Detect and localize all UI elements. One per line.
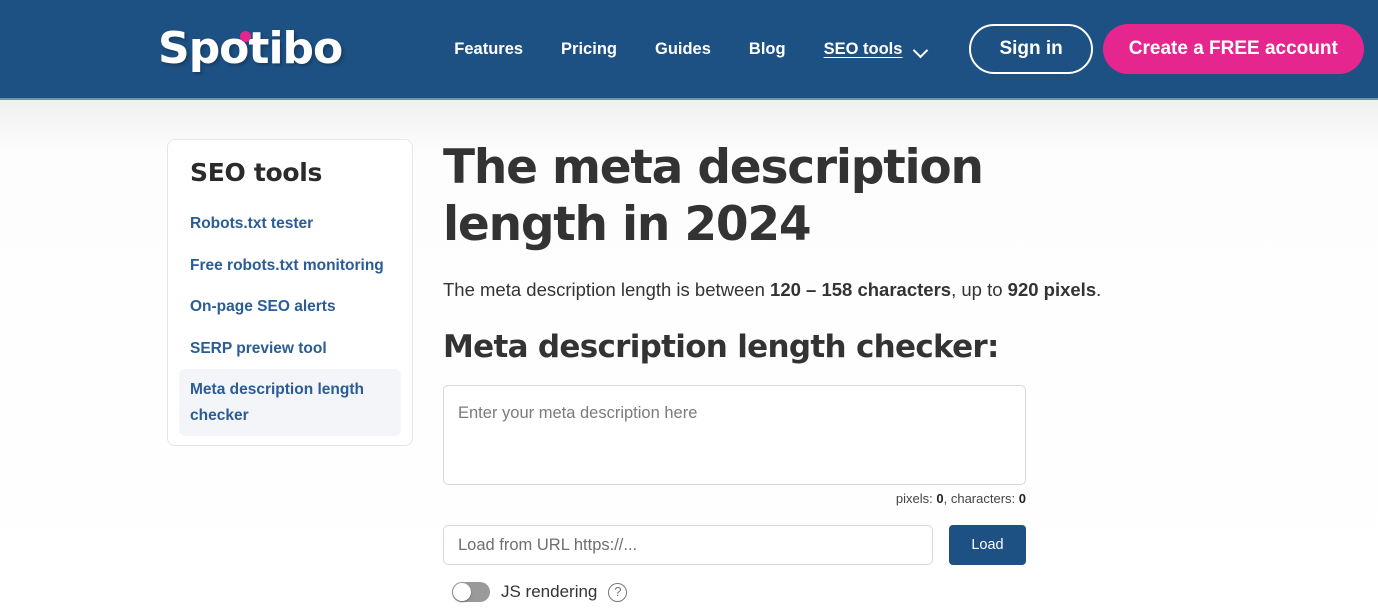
url-input[interactable] <box>443 525 933 566</box>
character-counter: pixels: 0, characters: 0 <box>443 491 1026 506</box>
url-loader-row: Load <box>443 525 1103 566</box>
meta-description-input[interactable] <box>443 385 1026 486</box>
load-button[interactable]: Load <box>949 525 1026 566</box>
help-question-icon[interactable]: ? <box>608 582 628 602</box>
site-logo[interactable]: Spotibo <box>158 27 343 71</box>
sign-in-button[interactable]: Sign in <box>969 24 1093 74</box>
js-rendering-row: JS rendering ? <box>443 582 1103 603</box>
header-actions: Sign in Create a FREE account <box>969 24 1364 74</box>
lede-bold-pixels: 920 pixels <box>1007 278 1097 300</box>
nav-item-features[interactable]: Features <box>454 34 523 65</box>
sidebar-item-free-robots-txt-monitoring[interactable]: Free robots.txt monitoring <box>179 245 401 287</box>
create-account-button[interactable]: Create a FREE account <box>1102 24 1364 74</box>
lede-paragraph: The meta description length is between 1… <box>443 276 1103 304</box>
sidebar-item-meta-description-length-checker[interactable]: Meta description length checker <box>179 369 401 437</box>
lede-bold-characters: 120 – 158 characters <box>770 278 952 300</box>
toggle-knob <box>453 583 471 602</box>
page-wrapper: SEO tools Robots.txt tester Free robots.… <box>0 100 1378 603</box>
nav-item-blog[interactable]: Blog <box>749 34 786 65</box>
section-title: Meta description length checker: <box>443 329 999 366</box>
lede-text-3: . <box>1096 278 1102 300</box>
js-rendering-toggle[interactable] <box>452 582 490 603</box>
main-navigation: Features Pricing Guides Blog SEO tools <box>454 34 949 65</box>
page-background: SEO tools Robots.txt tester Free robots.… <box>0 100 1378 615</box>
lede-text-1: The meta description length is between <box>443 278 771 300</box>
chevron-down-icon[interactable] <box>914 45 929 54</box>
logo-dot-icon <box>240 31 251 42</box>
logo-text: Spotibo <box>158 23 343 74</box>
js-rendering-label: JS rendering <box>501 582 598 602</box>
nav-item-guides[interactable]: Guides <box>655 34 711 65</box>
sidebar-title: SEO tools <box>190 158 323 187</box>
counter-characters-value: 0 <box>1018 491 1026 507</box>
counter-pixels-value: 0 <box>936 491 944 507</box>
counter-pixels-label: pixels: <box>895 491 937 507</box>
nav-item-seo-tools-dropdown[interactable]: SEO tools <box>824 34 930 65</box>
sidebar: SEO tools Robots.txt tester Free robots.… <box>167 139 413 446</box>
lede-text-2: , up to <box>951 278 1008 300</box>
sidebar-item-robots-txt-tester[interactable]: Robots.txt tester <box>179 203 401 245</box>
page-title: The meta description length in 2024 <box>443 140 984 253</box>
nav-item-pricing[interactable]: Pricing <box>561 34 617 65</box>
sidebar-item-serp-preview-tool[interactable]: SERP preview tool <box>179 328 401 370</box>
site-header: Spotibo Features Pricing Guides Blog SEO… <box>0 0 1378 100</box>
counter-characters-label: , characters: <box>943 491 1019 507</box>
nav-item-seo-tools-label[interactable]: SEO tools <box>824 34 903 65</box>
main-content: The meta description length in 2024 The … <box>443 139 1103 603</box>
sidebar-item-on-page-seo-alerts[interactable]: On-page SEO alerts <box>179 286 401 328</box>
